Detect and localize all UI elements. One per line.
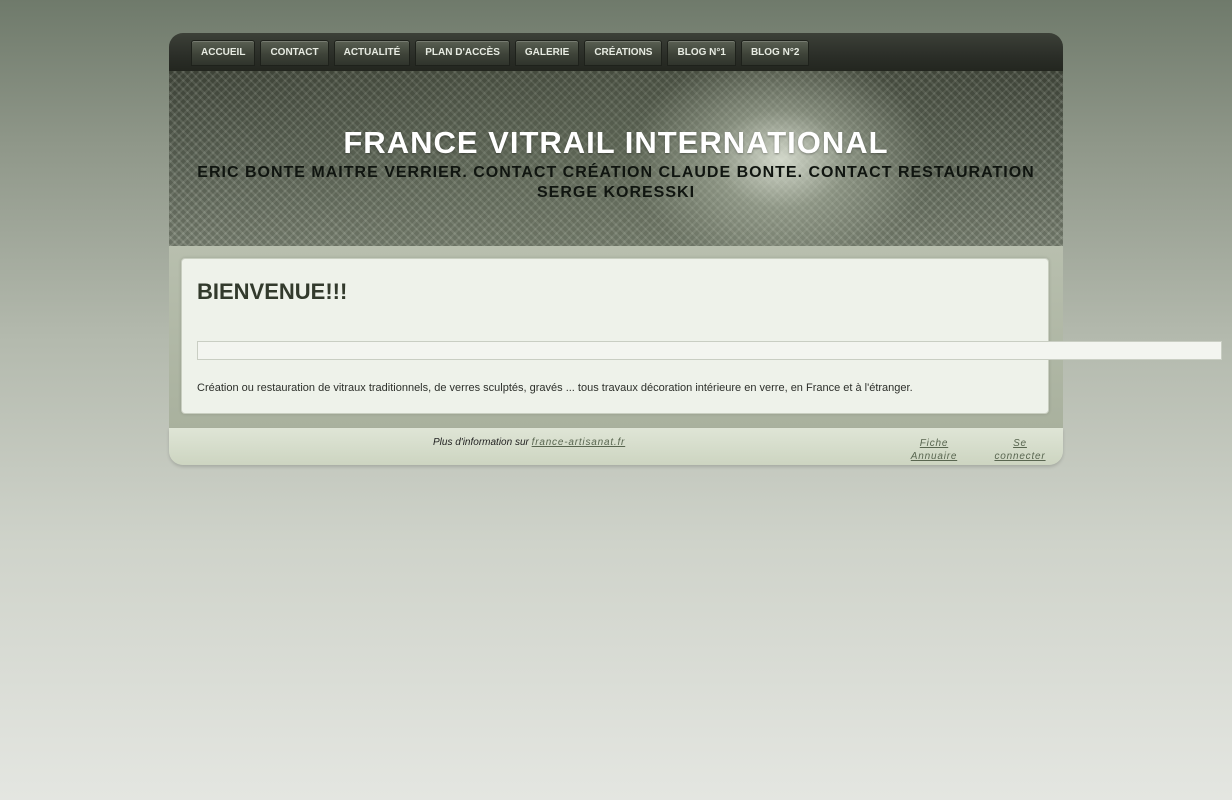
content-box: BIENVENUE!!! Création ou restauration de… [181, 258, 1222, 414]
site-subtitle: ERIC BONTE MAITRE VERRIER. CONTACT CRÉAT… [197, 164, 1035, 201]
footer-info-prefix: Plus d'information sur [433, 437, 529, 448]
main-nav: ACCUEIL CONTACT ACTUALITÉ PLAN D'ACCÈS G… [169, 33, 1063, 71]
nav-item-galerie[interactable]: GALERIE [514, 40, 580, 66]
nav-item-contact[interactable]: CONTACT [260, 40, 329, 66]
fiche-annuaire-line1: Fiche [919, 438, 949, 449]
fiche-annuaire-link[interactable]: Fiche Annuaire [905, 437, 963, 463]
nav-item-creations[interactable]: CRÉATIONS [584, 40, 663, 66]
nav-item-plan-acces[interactable]: PLAN D'ACCÈS [415, 40, 510, 66]
footer-artisanat-link[interactable]: france-artisanat.fr [532, 437, 626, 448]
site-footer: Plus d'information sur france-artisanat.… [169, 428, 1063, 465]
site-header-banner: FRANCE VITRAIL INTERNATIONAL ERIC BONTE … [169, 71, 1063, 246]
page-heading: BIENVENUE!!! [197, 279, 348, 304]
fiche-annuaire-line2: Annuaire [910, 451, 958, 462]
login-link[interactable]: Se connecter [991, 437, 1049, 463]
nav-item-accueil[interactable]: ACCUEIL [191, 40, 256, 66]
footer-info: Plus d'information sur france-artisanat.… [433, 437, 625, 448]
login-line1: Se [1013, 438, 1027, 449]
nav-item-blog-1[interactable]: BLOG N°1 [667, 40, 736, 66]
nav-item-blog-2[interactable]: BLOG N°2 [740, 40, 810, 66]
nav-item-actualite[interactable]: ACTUALITÉ [333, 40, 411, 66]
page-container: ACCUEIL CONTACT ACTUALITÉ PLAN D'ACCÈS G… [169, 33, 1222, 465]
empty-content-frame [197, 341, 1222, 360]
page-description: Création ou restauration de vitraux trad… [197, 382, 913, 394]
content-area: BIENVENUE!!! Création ou restauration de… [169, 246, 1222, 428]
site-title: FRANCE VITRAIL INTERNATIONAL [343, 125, 889, 160]
login-line2: connecter [994, 451, 1046, 462]
